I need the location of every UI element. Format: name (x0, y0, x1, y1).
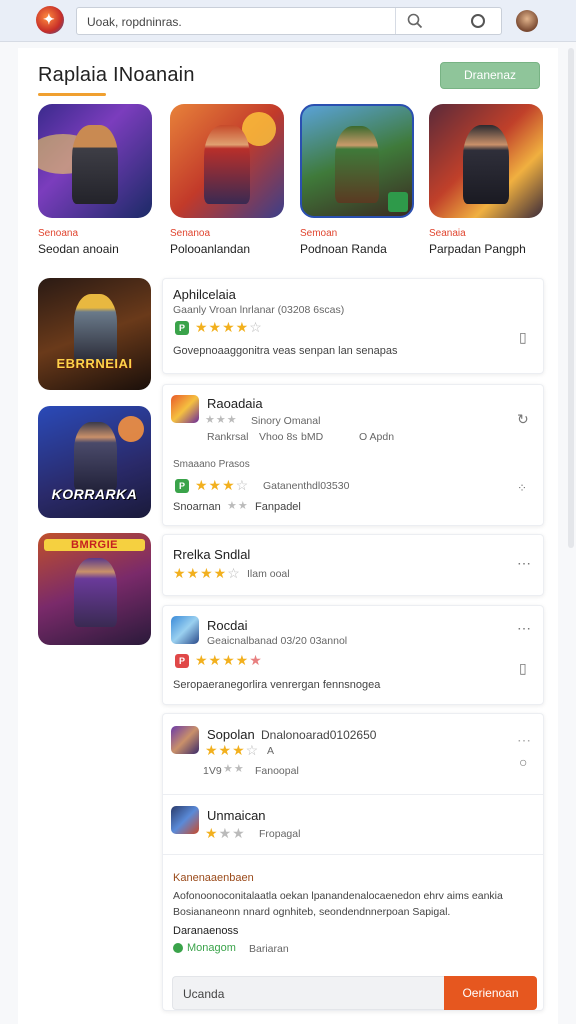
list-card-group: Sopolan Dnalonoarad0102650 ★★★☆ A 1V9 ★★… (162, 713, 544, 1011)
more-options-icon[interactable]: ⋯ (517, 555, 531, 572)
list-card[interactable]: Raoadaia ★★★ Sinory Omanal Rankrsal Vhoo… (162, 384, 544, 526)
featured-tile-4[interactable] (429, 104, 543, 218)
card-line: bMD (301, 431, 324, 443)
search-input[interactable] (87, 12, 387, 32)
avatar[interactable] (516, 10, 538, 32)
refresh-icon[interactable]: ↻ (517, 411, 529, 428)
thumbnail-banner: EBRRNEIAI (56, 356, 133, 371)
featured-category: Seanaia (429, 228, 466, 239)
app-logo-icon[interactable]: ✦ (36, 6, 64, 34)
card-title[interactable]: Unmaican (207, 808, 266, 823)
card-title[interactable]: Rrelka Sndlal (173, 547, 250, 562)
card-line: Sinory Omanal (251, 415, 321, 427)
star-rating: ★★ (227, 500, 249, 512)
featured-category: Senoana (38, 228, 79, 239)
card-subtitle: Geaicnalbanad 03/20 03annol (207, 635, 348, 647)
submit-button[interactable]: Oerienoan (444, 976, 537, 1010)
status-text: Monagom (187, 942, 236, 954)
list-card[interactable]: Rrelka Sndlal ★★★★☆ Ilam ooal ⋯ (162, 534, 544, 596)
info-text: Aofonoonoconitalaatla oekan lpanandenalo… (173, 890, 503, 902)
calendar-icon[interactable]: ▯ (519, 660, 527, 677)
more-dots-icon[interactable]: ⁘ (517, 481, 527, 495)
card-title[interactable]: Rocdai (207, 618, 247, 633)
card-title-extra: Dnalonoarad0102650 (261, 728, 377, 742)
featured-name[interactable]: Podnoan Randa (300, 242, 387, 256)
section-title: Raplaia INoanain (38, 64, 195, 86)
divider (163, 794, 543, 795)
star-rating: ★★★★☆ (195, 319, 263, 335)
info-heading: Kanenaaenbaen (173, 872, 254, 884)
app-icon (171, 395, 199, 423)
calendar-icon[interactable]: ▯ (519, 329, 527, 346)
card-line: Vhoo 8s (259, 431, 298, 443)
section-action-button[interactable]: Dranenaz (440, 62, 540, 89)
card-line: O Apdn (359, 431, 395, 443)
info-subheading: Daranaenoss (173, 925, 239, 937)
card-subtitle: Gaanly Vroan lnrlanar (03208 6scas) (173, 304, 345, 316)
star-rating: ★★ (223, 763, 245, 775)
star-rating: ★★★ (205, 414, 238, 426)
card-meta: Ilam ooal (247, 568, 290, 580)
status-dot-icon (173, 943, 183, 953)
app-icon (171, 806, 199, 834)
more-options-icon[interactable]: ⋯ (517, 620, 531, 637)
badge-icon: P (175, 654, 189, 668)
featured-tile-3[interactable] (300, 104, 414, 218)
star-rating: ★★★☆ (205, 742, 260, 758)
stars-note: A (267, 745, 275, 757)
featured-name[interactable]: Seodan anoain (38, 242, 119, 256)
app-icon (171, 726, 199, 754)
game-thumbnail-1[interactable]: EBRRNEIAI (38, 278, 151, 390)
list-card[interactable]: Aphilcelaia Gaanly Vroan lnrlanar (03208… (162, 278, 544, 374)
card-title[interactable]: Raoadaia (207, 396, 263, 411)
card-title[interactable]: Sopolan (207, 727, 255, 742)
card-description: Seropaeranegorlira venrergan fennsnogea (173, 679, 381, 691)
card-meta: 1V9 (203, 765, 222, 777)
card-description: Govepnoaaggonitra veas senpan lan senapa… (173, 345, 398, 357)
card-meta: Fropagal (259, 828, 301, 840)
game-thumbnail-2[interactable]: KORRARKA (38, 406, 151, 518)
card-bottom-text: Fanpadel (255, 501, 301, 513)
card-meta: Gatanenthdl03530 (263, 480, 350, 492)
bottom-input[interactable]: Ucanda (172, 976, 444, 1010)
star-rating: ★★★★☆ (173, 565, 241, 581)
featured-name[interactable]: Parpadan Pangph (429, 242, 526, 256)
search-bar[interactable] (76, 7, 502, 35)
featured-tile-2[interactable] (170, 104, 284, 218)
badge-icon: P (175, 479, 189, 493)
title-underline (38, 93, 106, 96)
app-icon (171, 616, 199, 644)
info-text: Bosiananeonn nnard ognhiteb, seondendnne… (173, 906, 451, 918)
featured-tile-1[interactable] (38, 104, 152, 218)
list-card[interactable]: Rocdai Geaicnalbanad 03/20 03annol P ★★★… (162, 605, 544, 705)
circle-icon[interactable]: ○ (519, 754, 527, 770)
star-rating: ★★★☆ (195, 477, 250, 493)
search-divider (395, 8, 396, 34)
status-text: Bariaran (249, 943, 289, 955)
thumbnail-banner: KORRARKA (51, 486, 138, 502)
section-label: Smaaano Prasos (173, 459, 250, 470)
top-bar: ✦ (0, 0, 576, 42)
card-title[interactable]: Aphilcelaia (173, 287, 236, 302)
circle-icon[interactable] (471, 14, 485, 28)
star-rating: ★★★★★ (195, 652, 263, 668)
more-options-icon[interactable]: ⋯ (517, 732, 531, 749)
scrollbar[interactable] (568, 48, 574, 548)
featured-category: Senanoa (170, 228, 211, 239)
bottom-input-text: Ucanda (183, 987, 225, 1001)
card-bottom-text: Snoarnan (173, 501, 221, 513)
card-meta: Fanoopal (255, 765, 299, 777)
magnifier-icon[interactable] (407, 13, 423, 29)
game-thumbnail-3[interactable]: BMRGIE (38, 533, 151, 645)
featured-category: Semoan (300, 228, 338, 239)
star-rating: ★★★ (205, 825, 246, 841)
featured-name[interactable]: Polooanlandan (170, 242, 250, 256)
thumbnail-banner: BMRGIE (44, 539, 145, 551)
badge-icon: P (175, 321, 189, 335)
card-line: Rankrsal (207, 431, 249, 443)
divider (163, 854, 543, 855)
